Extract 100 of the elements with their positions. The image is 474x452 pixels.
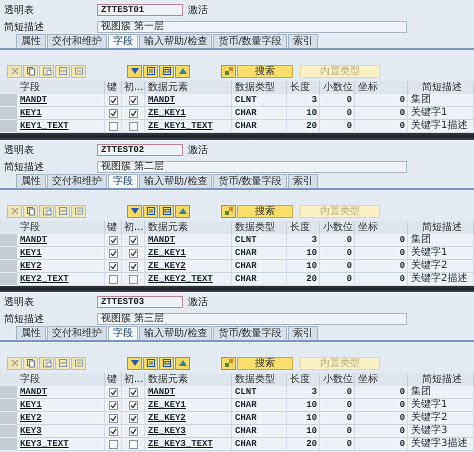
toolbar-button[interactable] — [221, 64, 236, 78]
key-checkbox[interactable] — [108, 96, 118, 104]
field-name-link[interactable]: KEY2 — [20, 412, 42, 424]
tab[interactable]: 字段 — [108, 174, 138, 188]
data-element-link[interactable]: ZE_KEY1 — [148, 247, 186, 259]
initial-value-checkbox[interactable] — [128, 400, 138, 410]
field-name-link[interactable]: KEY1 — [20, 107, 42, 119]
field-name-link[interactable]: KEY3 — [20, 425, 42, 437]
toolbar-button[interactable] — [143, 204, 158, 218]
tab[interactable]: 属性 — [16, 174, 46, 188]
tab[interactable]: 输入帮助/检查 — [139, 326, 212, 340]
key-checkbox[interactable] — [108, 248, 118, 258]
data-element-link[interactable]: ZE_KEY1 — [148, 399, 186, 411]
toolbar-button[interactable] — [127, 64, 142, 78]
tab[interactable]: 索引 — [288, 326, 318, 340]
search-button[interactable]: 搜索 — [237, 204, 293, 218]
toolbar-button[interactable] — [127, 356, 142, 370]
key-checkbox[interactable] — [108, 236, 118, 244]
data-element-link[interactable]: ZE_KEY3 — [148, 425, 186, 437]
toolbar-button[interactable] — [39, 64, 54, 78]
field-name-link[interactable]: KEY3_TEXT — [20, 438, 69, 450]
tab[interactable]: 输入帮助/检查 — [139, 174, 212, 188]
toolbar-button[interactable] — [55, 64, 70, 78]
toolbar-button[interactable] — [55, 204, 70, 218]
key-checkbox[interactable] — [108, 440, 118, 448]
toolbar-button[interactable] — [159, 64, 174, 78]
toolbar-button[interactable] — [71, 64, 86, 78]
toolbar-button[interactable] — [55, 356, 70, 370]
toolbar-button[interactable] — [159, 204, 174, 218]
toolbar-button[interactable] — [175, 204, 190, 218]
initial-value-checkbox[interactable] — [128, 426, 138, 436]
tab[interactable]: 索引 — [288, 34, 318, 48]
tab[interactable]: 索引 — [288, 174, 318, 188]
data-element-link[interactable]: MANDT — [148, 94, 176, 106]
field-name-link[interactable]: KEY1 — [20, 399, 42, 411]
data-element-link[interactable]: ZE_KEY2 — [148, 412, 186, 424]
data-element-link[interactable]: MANDT — [148, 386, 176, 398]
toolbar-button[interactable] — [23, 356, 38, 370]
key-checkbox[interactable] — [108, 262, 118, 270]
field-name-link[interactable]: KEY2 — [20, 260, 42, 272]
tab[interactable]: 交付和维护 — [47, 174, 107, 188]
key-checkbox[interactable] — [108, 274, 118, 284]
initial-value-checkbox[interactable] — [128, 96, 138, 104]
toolbar-button[interactable] — [143, 64, 158, 78]
key-checkbox[interactable] — [108, 122, 118, 130]
description-field[interactable]: 视图簇 第一层 — [97, 20, 407, 32]
initial-value-checkbox[interactable] — [128, 122, 138, 130]
toolbar-button[interactable] — [71, 356, 86, 370]
initial-value-checkbox[interactable] — [128, 236, 138, 244]
tab[interactable]: 属性 — [16, 326, 46, 340]
initial-value-checkbox[interactable] — [128, 248, 138, 258]
toolbar-button[interactable] — [23, 64, 38, 78]
data-element-link[interactable]: MANDT — [148, 234, 176, 246]
description-field[interactable]: 视图簇 第三层 — [97, 312, 407, 324]
search-button[interactable]: 搜索 — [237, 356, 293, 370]
field-name-link[interactable]: MANDT — [20, 386, 48, 398]
toolbar-button[interactable] — [159, 356, 174, 370]
toolbar-button[interactable] — [39, 204, 54, 218]
field-name-link[interactable]: MANDT — [20, 94, 48, 106]
search-button[interactable]: 搜索 — [237, 64, 293, 78]
toolbar-button[interactable] — [175, 356, 190, 370]
key-checkbox[interactable] — [108, 414, 118, 422]
data-element-link[interactable]: ZE_KEY1 — [148, 107, 186, 119]
initial-value-checkbox[interactable] — [128, 388, 138, 396]
field-name-link[interactable]: KEY1 — [20, 247, 42, 259]
tab[interactable]: 货币/数量字段 — [213, 326, 287, 340]
key-checkbox[interactable] — [108, 426, 118, 436]
initial-value-checkbox[interactable] — [128, 262, 138, 270]
tab[interactable]: 货币/数量字段 — [213, 34, 287, 48]
tab[interactable]: 字段 — [108, 326, 138, 340]
field-name-link[interactable]: KEY2_TEXT — [20, 273, 69, 285]
field-name-link[interactable]: KEY1_TEXT — [20, 120, 69, 132]
initial-value-checkbox[interactable] — [128, 274, 138, 284]
toolbar-button[interactable] — [127, 204, 142, 218]
field-name-link[interactable]: MANDT — [20, 234, 48, 246]
toolbar-button[interactable] — [143, 356, 158, 370]
initial-value-checkbox[interactable] — [128, 108, 138, 118]
tab[interactable]: 货币/数量字段 — [213, 174, 287, 188]
description-field[interactable]: 视图簇 第二层 — [97, 160, 407, 172]
table-name-field[interactable]: ZTTEST02 — [97, 144, 183, 156]
toolbar-button[interactable] — [71, 204, 86, 218]
toolbar-button[interactable] — [39, 356, 54, 370]
key-checkbox[interactable] — [108, 388, 118, 396]
toolbar-button[interactable] — [175, 64, 190, 78]
table-name-field[interactable]: ZTTEST01 — [97, 4, 183, 16]
key-checkbox[interactable] — [108, 400, 118, 410]
tab[interactable]: 输入帮助/检查 — [139, 34, 212, 48]
tab[interactable]: 交付和维护 — [47, 326, 107, 340]
data-element-link[interactable]: ZE_KEY3_TEXT — [148, 438, 213, 450]
tab[interactable]: 字段 — [108, 34, 138, 48]
toolbar-button[interactable] — [221, 204, 236, 218]
data-element-link[interactable]: ZE_KEY2 — [148, 260, 186, 272]
tab[interactable]: 属性 — [16, 34, 46, 48]
table-name-field[interactable]: ZTTEST03 — [97, 296, 183, 308]
initial-value-checkbox[interactable] — [128, 414, 138, 422]
initial-value-checkbox[interactable] — [128, 440, 138, 448]
key-checkbox[interactable] — [108, 108, 118, 118]
toolbar-button[interactable] — [23, 204, 38, 218]
data-element-link[interactable]: ZE_KEY1_TEXT — [148, 120, 213, 132]
tab[interactable]: 交付和维护 — [47, 34, 107, 48]
